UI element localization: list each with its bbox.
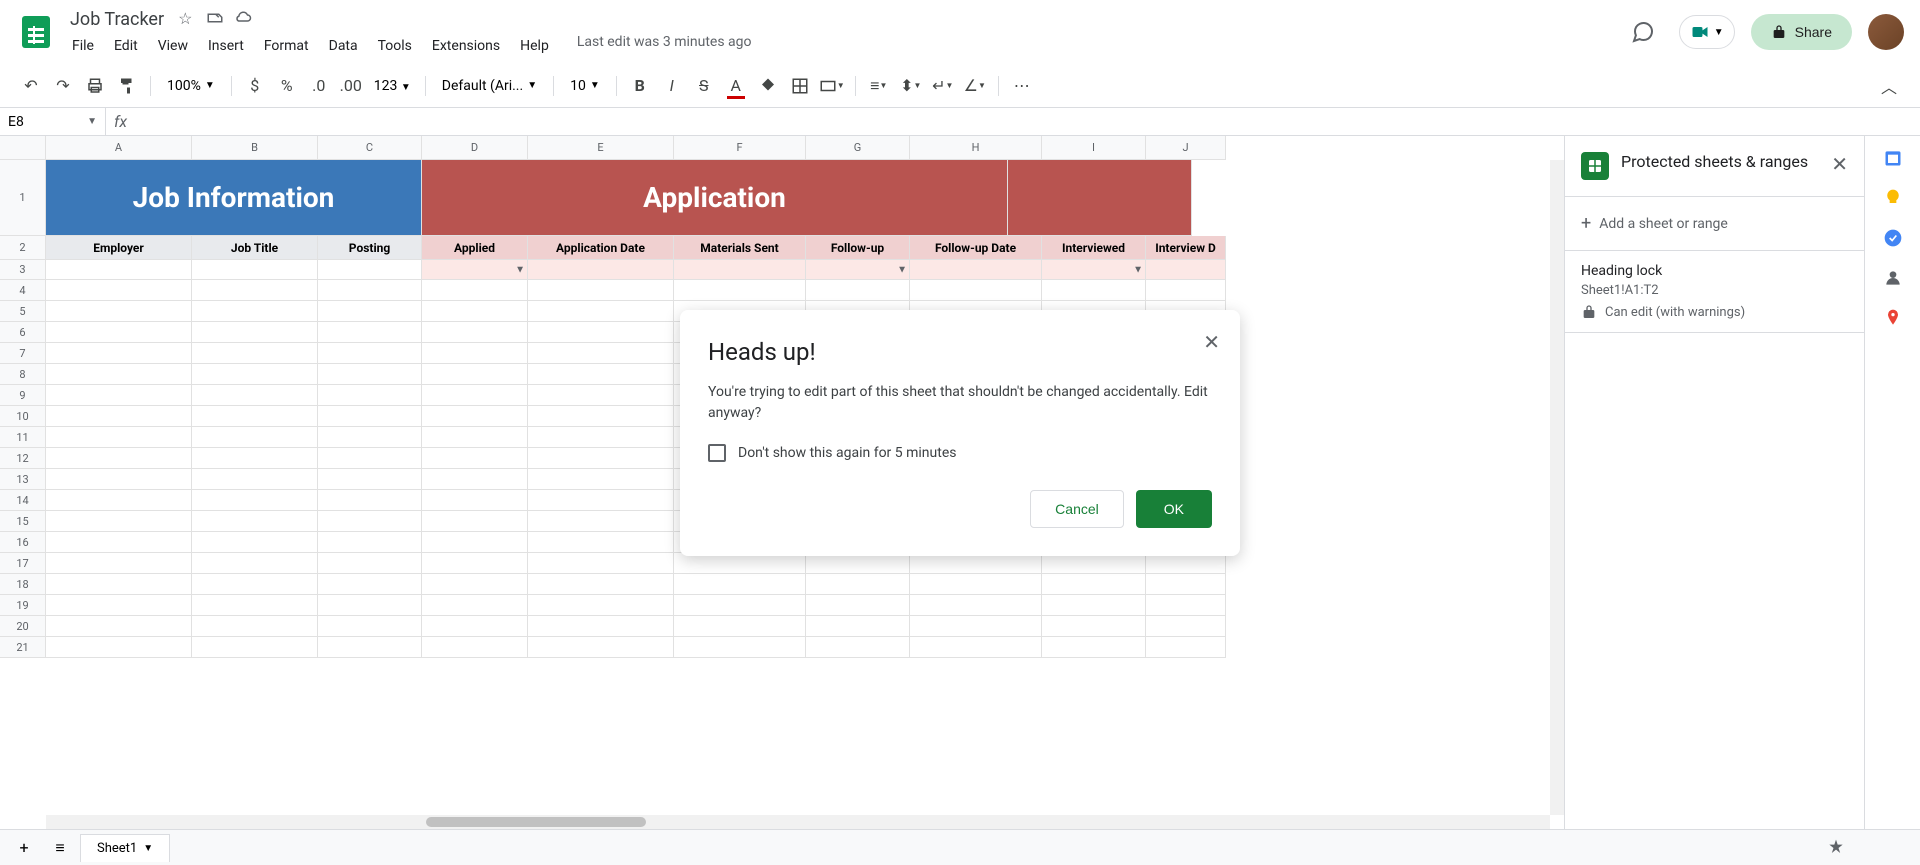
checkbox-label: Don't show this again for 5 minutes xyxy=(738,445,956,461)
ok-button[interactable]: OK xyxy=(1136,490,1212,528)
modal-title: Heads up! xyxy=(708,338,1212,366)
dont-show-checkbox[interactable] xyxy=(708,444,726,462)
modal-close-button[interactable]: ✕ xyxy=(1203,330,1220,354)
modal-body-text: You're trying to edit part of this sheet… xyxy=(708,382,1212,424)
heads-up-modal: Heads up! ✕ You're trying to edit part o… xyxy=(680,310,1240,556)
cancel-button[interactable]: Cancel xyxy=(1030,490,1124,528)
modal-overlay: Heads up! ✕ You're trying to edit part o… xyxy=(0,0,1920,865)
